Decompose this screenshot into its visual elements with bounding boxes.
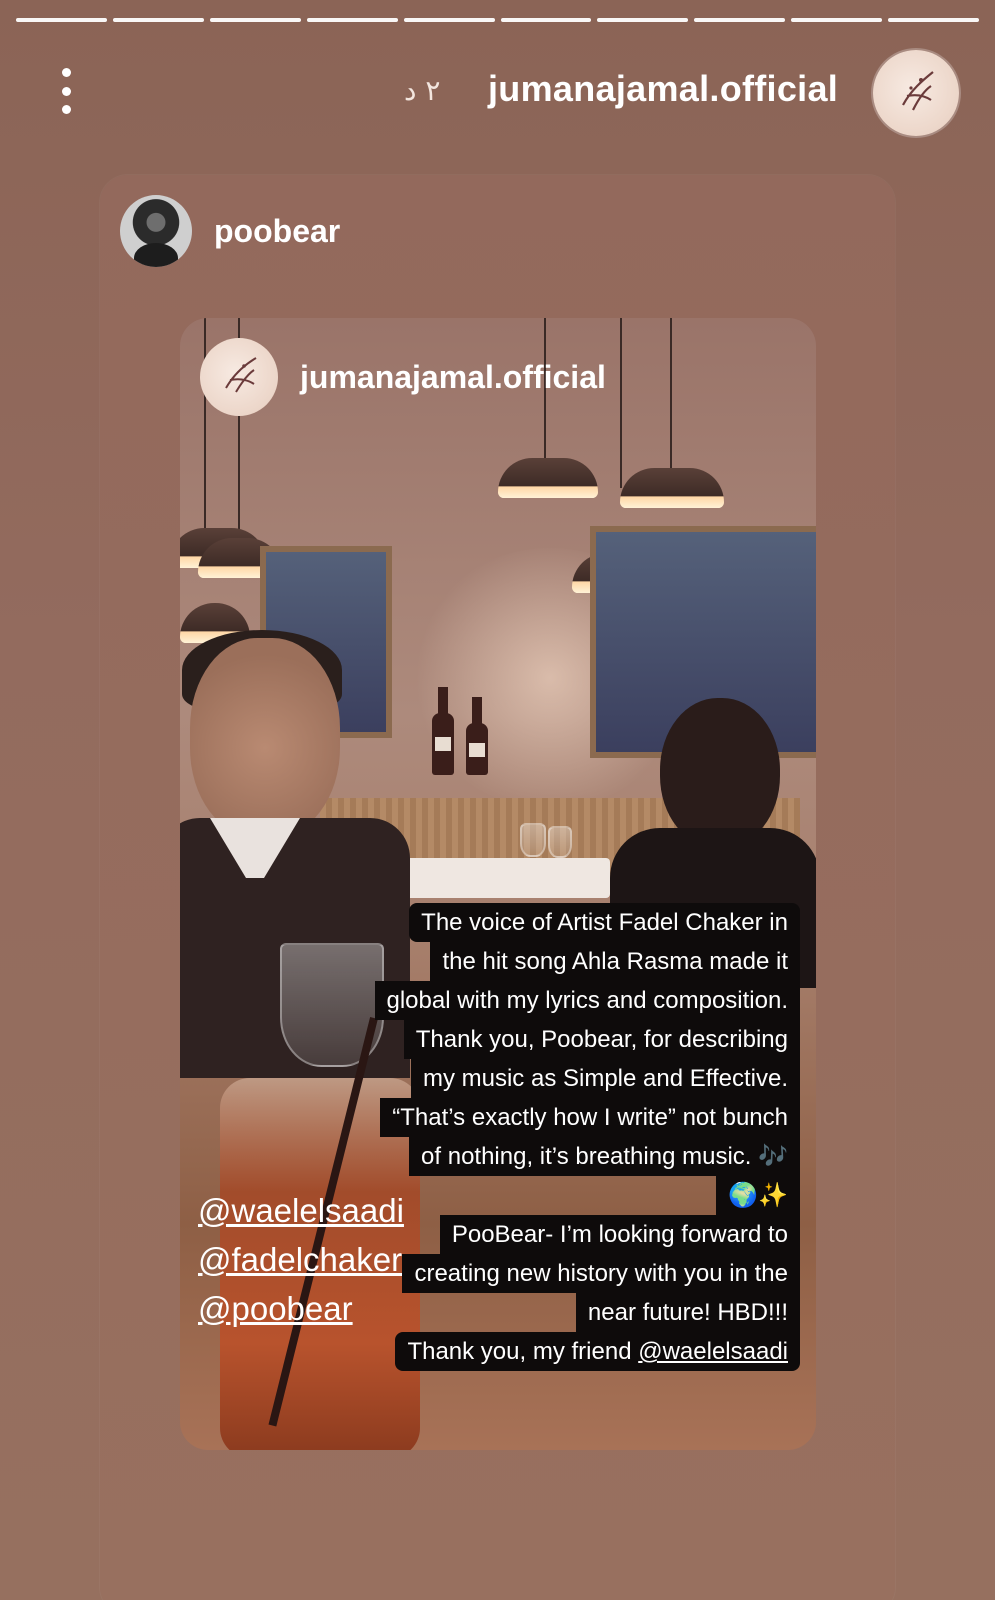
wine-bottle <box>466 697 488 775</box>
inner-username[interactable]: jumanajamal.official <box>300 359 606 396</box>
progress-segment <box>209 18 301 22</box>
wine-glass <box>520 823 546 857</box>
caption-line: of nothing, it’s breathing music. 🎶 <box>409 1137 800 1176</box>
caption-line: global with my lyrics and composition. <box>374 981 800 1020</box>
avatar[interactable] <box>200 338 278 416</box>
caption-text: Thank you, my friend <box>407 1338 632 1365</box>
mention-tags: @waelelsaadi @fadelchaker @poobear <box>198 1186 404 1333</box>
repost-user[interactable]: poobear <box>120 195 340 267</box>
story-caption: The voice of Artist Fadel Chaker in the … <box>374 903 800 1371</box>
progress-segment <box>16 18 107 22</box>
wine-bottle <box>432 687 454 775</box>
mention-tag[interactable]: @fadelchaker <box>198 1235 404 1284</box>
repost-card[interactable]: poobear jumanajamal.official @waelelsaad… <box>100 175 895 1600</box>
repost-username[interactable]: poobear <box>214 213 340 250</box>
caption-line: Thank you, Poobear, for describing <box>403 1020 800 1059</box>
wine-glass <box>548 826 572 858</box>
caption-line: creating new history with you in the <box>402 1254 800 1293</box>
caption-line: my music as Simple and Effective. <box>410 1059 800 1098</box>
inner-story-user[interactable]: jumanajamal.official <box>200 338 606 416</box>
story-author-username[interactable]: jumanajamal.official <box>488 68 838 110</box>
story-photo[interactable]: jumanajamal.official @waelelsaadi @fadel… <box>180 318 816 1450</box>
calligraphy-logo-icon <box>902 71 934 111</box>
pendant-lamp <box>498 458 598 498</box>
progress-segment <box>597 18 689 22</box>
progress-segment <box>888 18 980 22</box>
more-vertical-icon[interactable] <box>56 68 76 114</box>
caption-line: near future! HBD!!! <box>575 1293 800 1332</box>
story-author-avatar[interactable] <box>873 50 959 136</box>
avatar[interactable] <box>120 195 192 267</box>
story-progress-bar <box>16 18 980 24</box>
progress-segment <box>112 18 204 22</box>
caption-line: “That’s exactly how I write” not bunch <box>380 1098 800 1137</box>
pendant-lamp <box>620 468 724 508</box>
story-screen: ٢ د jumanajamal.official poobear jumanaj… <box>0 0 995 1600</box>
progress-segment <box>694 18 786 22</box>
progress-segment <box>500 18 592 22</box>
progress-segment <box>306 18 398 22</box>
caption-line: 🌍✨ <box>716 1176 800 1215</box>
mention-tag[interactable]: @poobear <box>198 1284 404 1333</box>
caption-line: PooBear- I’m looking forward to <box>439 1215 800 1254</box>
story-header: ٢ د jumanajamal.official <box>0 48 995 138</box>
calligraphy-logo-icon <box>225 357 257 393</box>
caption-line: The voice of Artist Fadel Chaker in <box>409 903 800 942</box>
caption-line: the hit song Ahla Rasma made it <box>430 942 800 981</box>
mention-tag[interactable]: @waelelsaadi <box>198 1186 404 1235</box>
caption-mention-link[interactable]: @waelelsaadi <box>638 1338 788 1365</box>
progress-segment <box>403 18 495 22</box>
caption-line: Thank you, my friend @waelelsaadi <box>395 1332 800 1371</box>
progress-segment <box>791 18 883 22</box>
story-time-ago: ٢ د <box>404 74 441 107</box>
